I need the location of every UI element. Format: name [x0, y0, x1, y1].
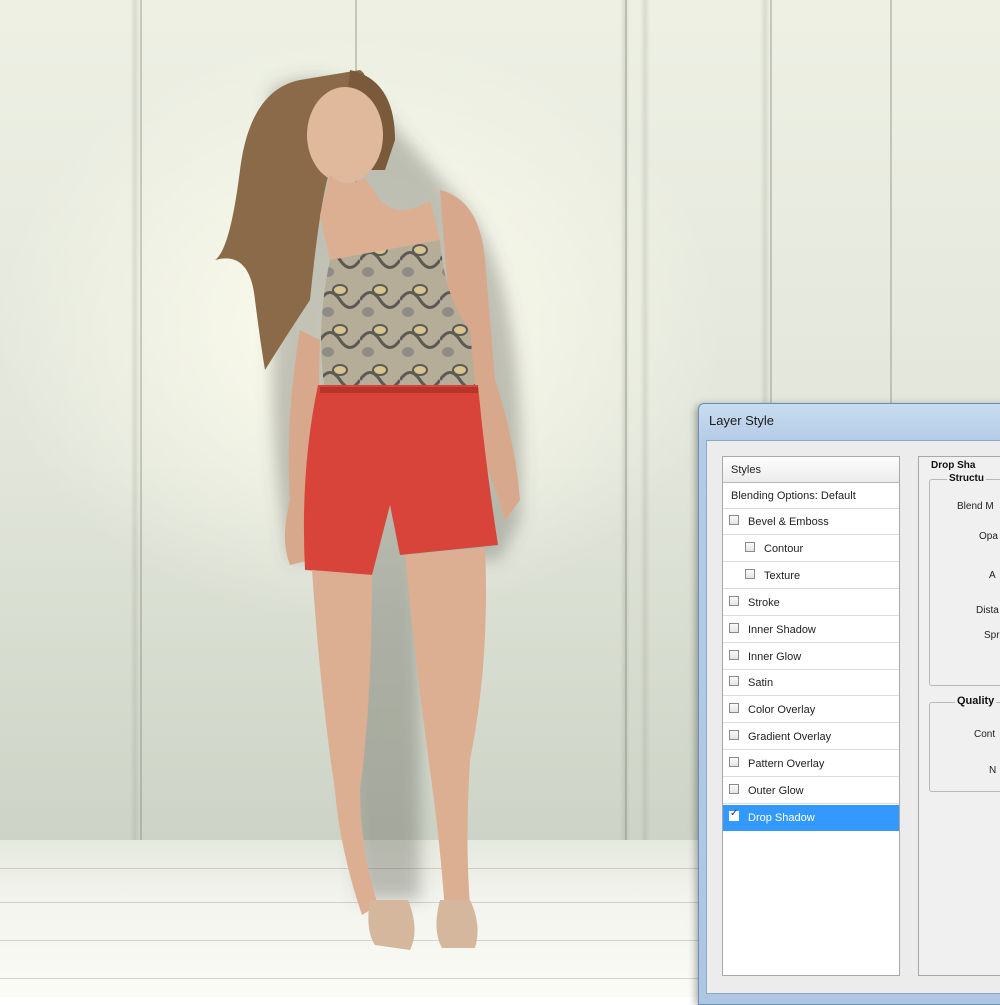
style-item-label: Gradient Overlay: [748, 731, 832, 744]
style-item-label: Inner Shadow: [748, 623, 816, 636]
dialog-title: Layer Style: [709, 413, 775, 428]
style-item-satin[interactable]: Satin: [723, 670, 899, 697]
style-checkbox[interactable]: [745, 568, 755, 579]
drop-shadow-title: Drop Sha: [931, 460, 976, 471]
style-item-inner-glow[interactable]: Inner Glow: [723, 644, 899, 670]
dialog-body: Styles Blending Options: Default Bevel &…: [706, 440, 1000, 994]
style-item-label: Pattern Overlay: [748, 758, 825, 771]
styles-header[interactable]: Styles: [723, 457, 899, 483]
quality-group: [929, 702, 1000, 792]
style-checkbox[interactable]: [729, 703, 739, 714]
style-item-label: Bevel & Emboss: [748, 516, 829, 528]
quality-title: Quality: [955, 695, 997, 707]
style-checkbox[interactable]: [729, 595, 739, 606]
blending-options-item[interactable]: Blending Options: Default: [723, 483, 899, 509]
style-item-label: Outer Glow: [748, 785, 804, 797]
layer-style-dialog: Layer Style Styles Blending Options: Def…: [698, 403, 1000, 1005]
style-checkbox[interactable]: [729, 784, 739, 794]
blend-mode-label: Blend M: [957, 501, 994, 512]
style-item-texture[interactable]: Texture: [723, 563, 899, 589]
style-item-label: Contour: [764, 542, 804, 555]
style-item-drop-shadow[interactable]: ✓ Drop Shadow: [723, 804, 899, 831]
style-item-label: Color Overlay: [748, 704, 816, 717]
noise-label: N: [989, 765, 997, 776]
style-item-label: Inner Glow: [748, 650, 802, 663]
style-item-label: Texture: [764, 569, 801, 582]
opacity-label: Opa: [979, 531, 998, 542]
style-checkbox[interactable]: [745, 541, 755, 552]
distance-label: Dista: [976, 605, 999, 616]
style-checkbox[interactable]: [729, 757, 739, 768]
style-item-gradient-overlay[interactable]: Gradient Overlay: [723, 724, 899, 751]
styles-header-label: Styles: [731, 464, 761, 476]
style-item-label: Satin: [748, 677, 774, 690]
style-item-stroke[interactable]: Stroke: [723, 590, 899, 616]
check-icon: ✓: [730, 807, 739, 819]
style-item-outer-glow[interactable]: Outer Glow: [723, 778, 899, 804]
style-item-contour[interactable]: Contour: [723, 536, 899, 562]
styles-list: Styles Blending Options: Default Bevel &…: [722, 456, 900, 976]
style-checkbox[interactable]: [729, 515, 739, 525]
style-checkbox[interactable]: [729, 649, 739, 660]
style-checkbox[interactable]: [729, 730, 739, 741]
drop-shadow-panel: Drop Sha Structu Blend M Opa A Dista Spr…: [918, 456, 1000, 976]
style-item-label: Stroke: [748, 596, 780, 609]
style-item-color-overlay[interactable]: Color Overlay: [723, 697, 899, 724]
style-checkbox[interactable]: [729, 622, 739, 633]
style-item-pattern-overlay[interactable]: Pattern Overlay: [723, 751, 899, 778]
style-item-inner-shadow[interactable]: Inner Shadow: [723, 617, 899, 643]
structure-title: Structu: [947, 473, 986, 484]
angle-label: A: [989, 570, 996, 581]
contour-label: Cont: [974, 729, 996, 740]
spread-label: Spr: [984, 630, 1000, 641]
style-checkbox[interactable]: ✓: [729, 807, 739, 821]
style-item-bevel-emboss[interactable]: Bevel & Emboss: [723, 509, 899, 535]
style-checkbox[interactable]: [729, 676, 739, 687]
blending-options-label: Blending Options: Default: [731, 490, 856, 502]
style-item-label: Drop Shadow: [748, 811, 815, 824]
